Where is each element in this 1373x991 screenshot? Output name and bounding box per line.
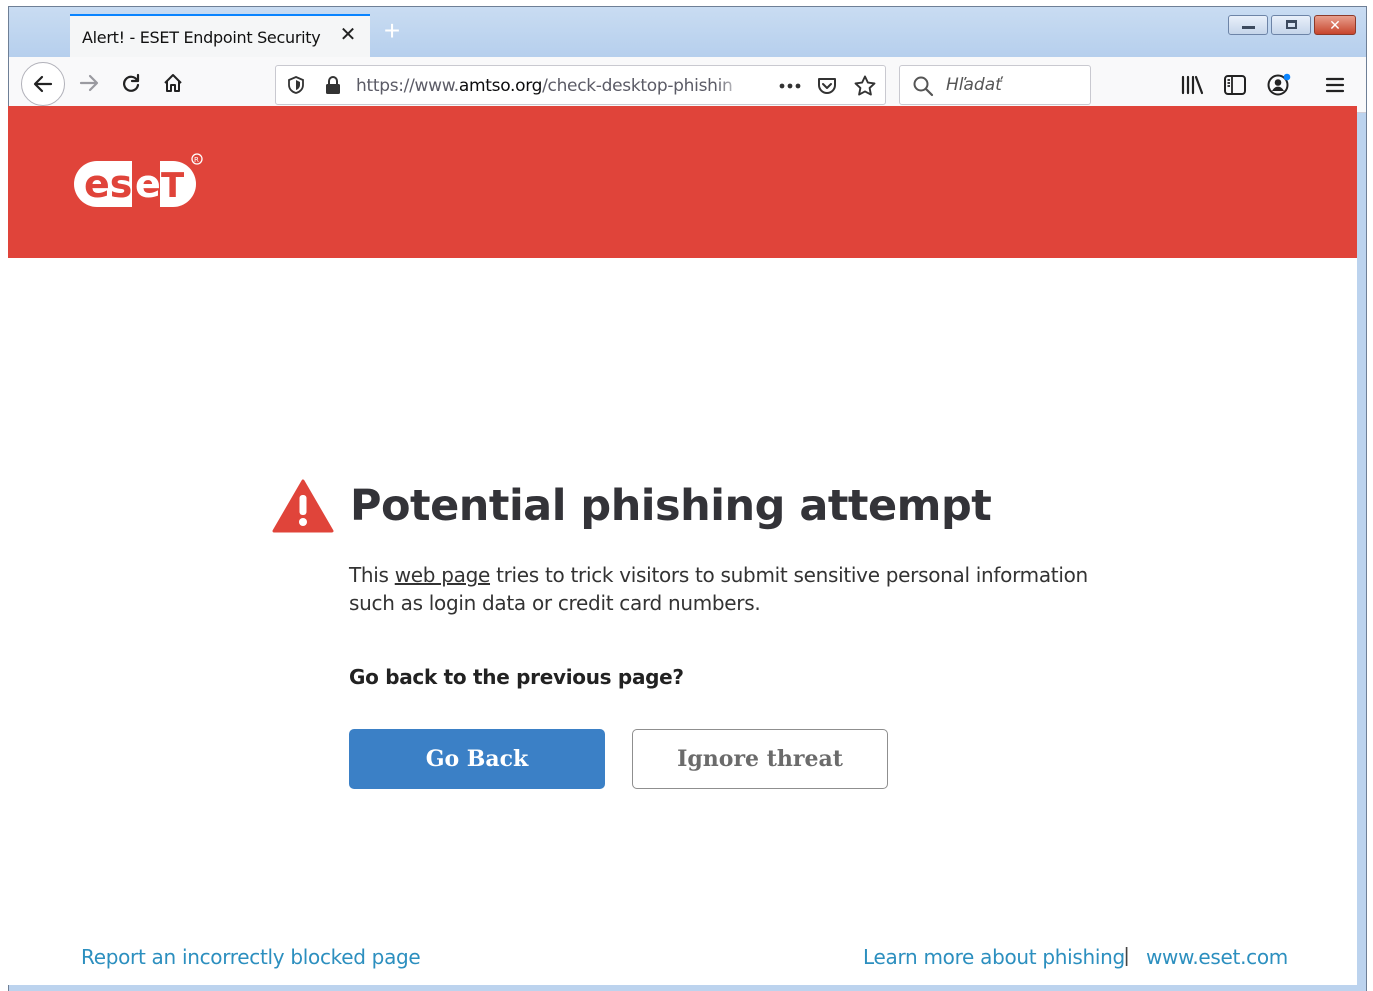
- arrow-left-icon: [33, 75, 53, 93]
- sidebar-icon[interactable]: [1223, 74, 1247, 96]
- reload-button[interactable]: [113, 65, 149, 101]
- go-back-question: Go back to the previous page?: [349, 665, 684, 689]
- footer-separator: |: [1124, 945, 1130, 967]
- close-icon: ✕: [1329, 17, 1341, 33]
- search-icon: [913, 76, 934, 97]
- window-controls: ✕: [1228, 15, 1356, 35]
- url-text[interactable]: https://www.amtso.org/check-desktop-phis…: [356, 76, 736, 96]
- tab-eset-alert[interactable]: Alert! - ESET Endpoint Security ✕: [70, 14, 370, 57]
- search-input[interactable]: [946, 75, 1076, 95]
- pocket-icon[interactable]: [816, 75, 838, 97]
- navigation-toolbar: https://www.amtso.org/check-desktop-phis…: [9, 57, 1366, 113]
- warning-headline: Potential phishing attempt: [272, 478, 992, 534]
- forward-button[interactable]: [71, 65, 107, 101]
- library-icon[interactable]: [1180, 74, 1204, 96]
- tab-close-icon[interactable]: ✕: [338, 25, 358, 45]
- title-bar: Alert! - ESET Endpoint Security ✕ + ✕: [9, 7, 1366, 57]
- back-button[interactable]: [21, 62, 65, 106]
- minimize-button[interactable]: [1228, 15, 1268, 35]
- page-title: Potential phishing attempt: [350, 481, 992, 531]
- url-fade: [716, 72, 746, 98]
- maximize-icon: [1286, 20, 1297, 29]
- account-icon[interactable]: [1266, 72, 1292, 98]
- close-window-button[interactable]: ✕: [1314, 15, 1356, 35]
- eset-website-link[interactable]: www.eset.com: [1146, 945, 1288, 969]
- bookmark-star-icon[interactable]: [853, 74, 877, 98]
- ignore-threat-button[interactable]: Ignore threat: [632, 729, 888, 789]
- new-tab-button[interactable]: +: [379, 17, 405, 45]
- tracking-protection-shield-icon[interactable]: [286, 75, 306, 95]
- reload-icon: [123, 73, 140, 92]
- svg-text:e: e: [135, 162, 161, 206]
- learn-more-phishing-link[interactable]: Learn more about phishing: [863, 945, 1125, 969]
- eset-banner: es e T R: [8, 106, 1357, 258]
- report-blocked-page-link[interactable]: Report an incorrectly blocked page: [81, 945, 421, 969]
- home-button[interactable]: [155, 65, 191, 101]
- svg-text:T: T: [161, 166, 185, 206]
- more-actions-icon[interactable]: [778, 76, 802, 96]
- hamburger-menu-icon[interactable]: [1324, 74, 1346, 96]
- url-host: amtso.org: [458, 76, 543, 96]
- go-back-button[interactable]: Go Back: [349, 729, 605, 789]
- address-bar[interactable]: https://www.amtso.org/check-desktop-phis…: [275, 65, 886, 105]
- lock-icon[interactable]: [324, 75, 342, 95]
- desc-before-link: This: [349, 563, 395, 587]
- maximize-button[interactable]: [1271, 15, 1311, 35]
- web-page-link[interactable]: web page: [395, 563, 491, 587]
- url-prefix: https://www.: [356, 76, 459, 96]
- minimize-icon: [1242, 26, 1255, 29]
- svg-text:R: R: [194, 156, 199, 164]
- tab-title: Alert! - ESET Endpoint Security: [82, 28, 321, 47]
- page-content: es e T R Potential phishing attempt This…: [8, 106, 1357, 985]
- eset-logo: es e T R: [72, 153, 204, 218]
- url-path: /check-desktop-phishin: [542, 76, 733, 96]
- warning-triangle-icon: [272, 479, 334, 533]
- arrow-right-icon: [79, 74, 99, 92]
- threat-description: This web page tries to trick visitors to…: [349, 561, 1119, 617]
- svg-text:es: es: [84, 162, 132, 206]
- home-icon: [164, 74, 182, 92]
- search-bar[interactable]: [899, 65, 1091, 105]
